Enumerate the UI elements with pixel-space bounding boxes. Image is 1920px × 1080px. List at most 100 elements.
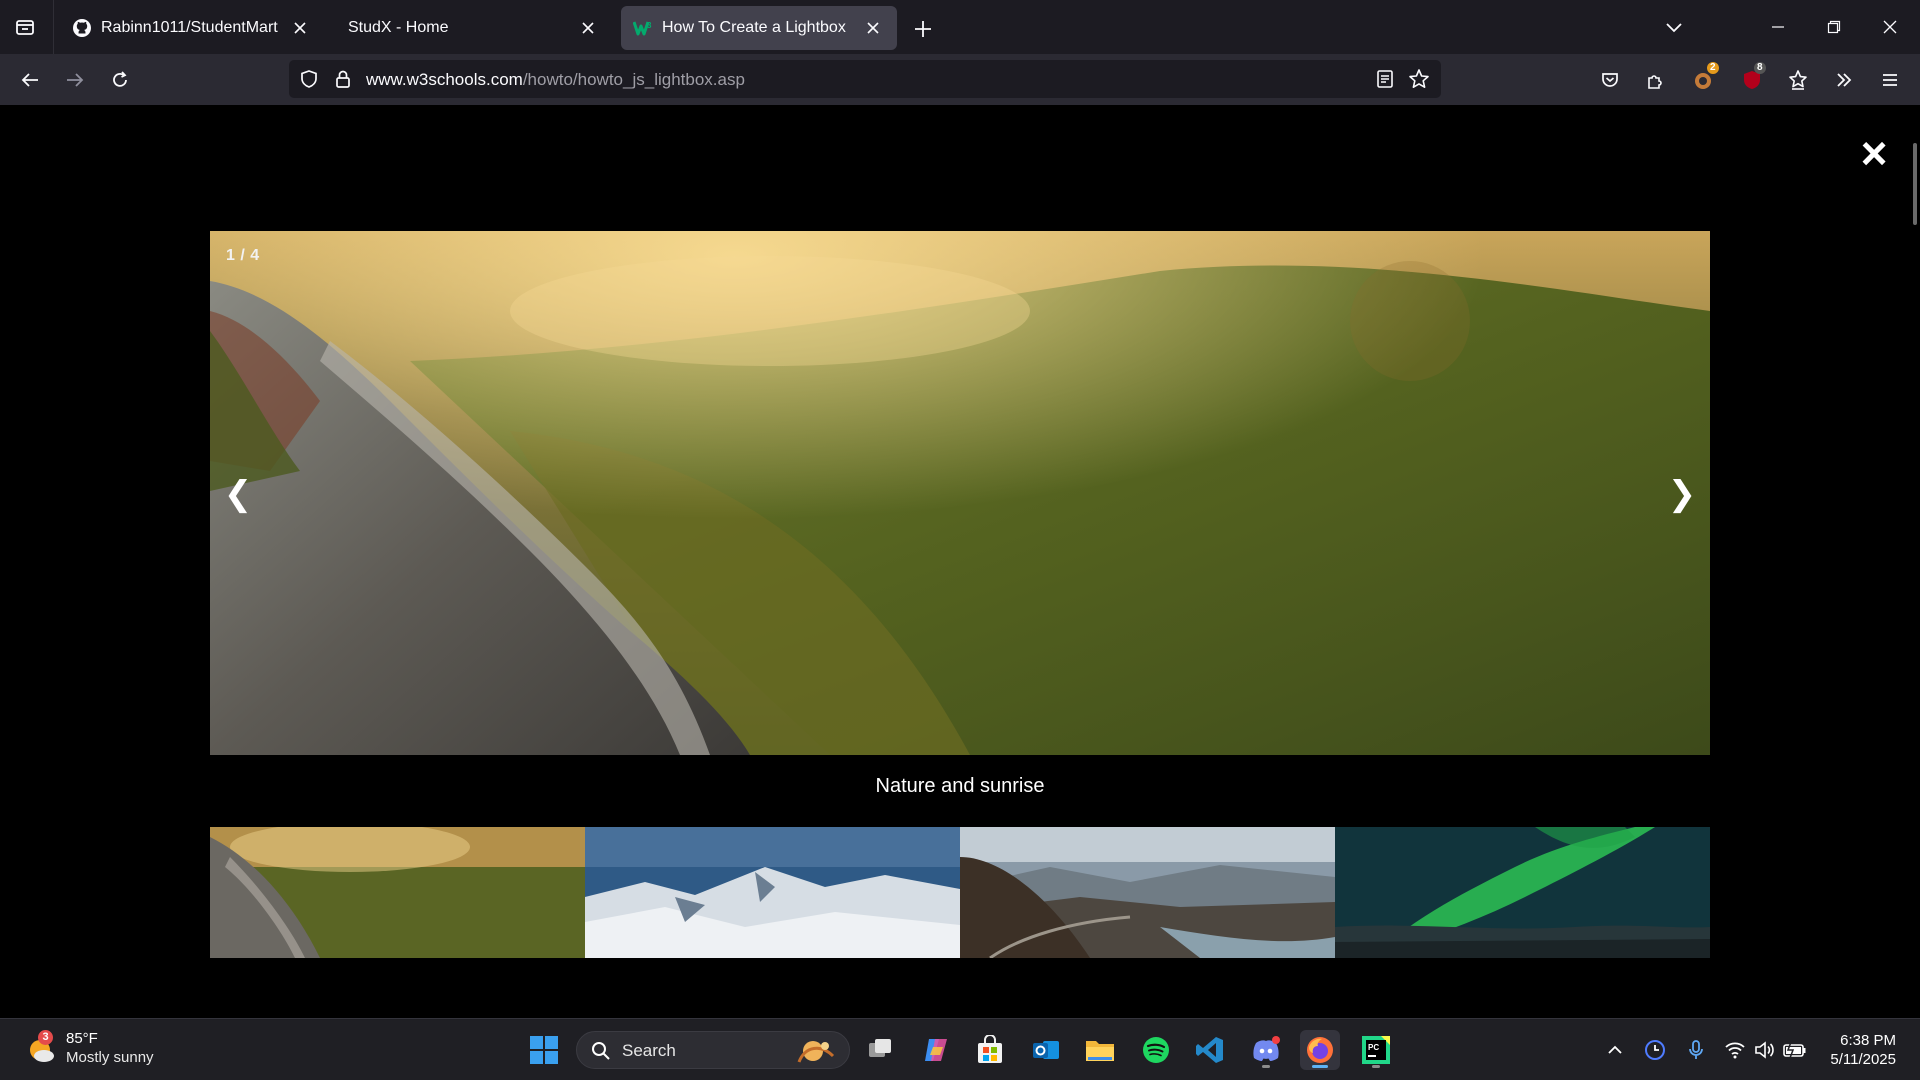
pocket-icon <box>1602 73 1618 87</box>
thumbnail-mountains-road[interactable] <box>960 827 1335 958</box>
running-indicator <box>1262 1065 1270 1068</box>
app-menu-button[interactable] <box>1872 62 1908 98</box>
extensions-button[interactable] <box>1637 62 1673 98</box>
shield-icon[interactable] <box>297 67 321 91</box>
active-indicator <box>1312 1065 1328 1068</box>
microphone-icon <box>1689 1040 1703 1059</box>
microsoft-store-button[interactable] <box>970 1030 1010 1070</box>
lock-icon[interactable] <box>331 67 355 91</box>
thumbnail-northern-lights[interactable] <box>1335 827 1710 958</box>
hamburger-icon <box>1883 74 1897 86</box>
tab-list-button[interactable] <box>8 10 42 44</box>
battery-charging-icon <box>1783 1041 1806 1059</box>
taskbar-search[interactable]: Search <box>576 1031 850 1069</box>
tab-label: How To Create a Lightbox <box>662 19 846 36</box>
system-clock[interactable]: 6:38 PM 5/11/2025 <box>1818 1031 1896 1069</box>
thumbnail-snow-mountains[interactable] <box>585 827 960 958</box>
navigation-toolbar: www.w3schools.com/howto/howto_js_lightbo… <box>0 54 1920 105</box>
star-list-icon <box>1789 70 1807 90</box>
new-tab-button[interactable] <box>906 12 940 46</box>
tab-label: Rabinn1011/StudentMart <box>101 19 278 36</box>
forward-button[interactable] <box>57 62 93 98</box>
extension-a-button[interactable]: 2 <box>1685 62 1721 98</box>
wifi-button[interactable] <box>1722 1037 1748 1063</box>
tab-list-icon <box>16 20 34 35</box>
show-hidden-icons-button[interactable] <box>1602 1037 1628 1063</box>
reload-icon <box>113 71 127 87</box>
lightbox-slide: 1 / 4 ❮ ❯ <box>210 231 1710 755</box>
restore-icon <box>1827 20 1841 34</box>
tab-studentmart[interactable]: Rabinn1011/StudentMart <box>60 6 324 50</box>
slide-counter: 1 / 4 <box>226 247 260 264</box>
tab-separator <box>53 0 54 54</box>
close-window-button[interactable] <box>1870 8 1910 46</box>
reader-view-icon[interactable] <box>1373 67 1397 91</box>
next-slide-button[interactable]: ❯ <box>1662 471 1702 517</box>
spotify-button[interactable] <box>1136 1030 1176 1070</box>
reload-button[interactable] <box>102 62 138 98</box>
pycharm-button[interactable]: PC <box>1356 1030 1396 1070</box>
close-tab-icon[interactable] <box>861 16 885 40</box>
puzzle-icon <box>1648 75 1662 89</box>
weather-temperature: 85°F <box>66 1030 98 1047</box>
browser-tab-bar: Rabinn1011/StudentMart StudX - Home 3 Ho… <box>0 0 1920 54</box>
address-bar[interactable]: www.w3schools.com/howto/howto_js_lightbo… <box>289 60 1441 98</box>
vscode-button[interactable] <box>1190 1030 1230 1070</box>
close-icon <box>1883 20 1897 34</box>
tab-lightbox[interactable]: 3 How To Create a Lightbox <box>621 6 897 50</box>
url-path: /howto/howto_js_lightbox.asp <box>522 70 745 89</box>
task-view-button[interactable] <box>860 1030 900 1070</box>
overflow-menu-button[interactable] <box>1826 62 1862 98</box>
volume-button[interactable] <box>1752 1037 1778 1063</box>
copilot-icon <box>925 1039 947 1061</box>
windows-logo-icon <box>530 1036 558 1064</box>
url-text: www.w3schools.com/howto/howto_js_lightbo… <box>366 70 745 90</box>
close-tab-icon[interactable] <box>576 16 600 40</box>
battery-button[interactable] <box>1782 1037 1808 1063</box>
discord-button[interactable] <box>1246 1030 1286 1070</box>
clock-date: 5/11/2025 <box>1830 1051 1896 1068</box>
svg-text:PC: PC <box>1368 1043 1379 1052</box>
windows-taskbar: 3 85°F Mostly sunny Search PC 6:38 PM 5/… <box>0 1018 1920 1080</box>
extension-b-badge: 8 <box>1754 62 1766 74</box>
tab-studx-home[interactable]: StudX - Home <box>330 6 612 50</box>
microphone-button[interactable] <box>1683 1037 1709 1063</box>
arrow-left-icon <box>21 73 38 87</box>
thumbnail-nature[interactable] <box>210 827 585 958</box>
file-explorer-button[interactable] <box>1080 1030 1120 1070</box>
close-tab-icon[interactable] <box>288 16 312 40</box>
list-all-tabs-button[interactable] <box>1654 8 1694 46</box>
speaker-icon <box>1755 1041 1774 1059</box>
page-scrollbar[interactable] <box>1913 143 1917 225</box>
pocket-button[interactable] <box>1592 62 1628 98</box>
previous-slide-button[interactable]: ❮ <box>218 471 258 517</box>
start-button[interactable] <box>524 1030 564 1070</box>
bookmarks-menu-button[interactable] <box>1780 62 1816 98</box>
slide-image-nature-sunrise <box>210 231 1710 755</box>
tray-app-button[interactable] <box>1642 1037 1668 1063</box>
back-button[interactable] <box>12 62 48 98</box>
wifi-icon <box>1725 1042 1745 1059</box>
svg-text:3: 3 <box>647 21 652 30</box>
extension-b-button[interactable]: 8 <box>1734 62 1770 98</box>
pycharm-icon: PC <box>1362 1036 1390 1064</box>
weather-widget[interactable]: 3 85°F Mostly sunny <box>24 1029 154 1067</box>
firefox-button[interactable] <box>1300 1030 1340 1070</box>
minimize-button[interactable] <box>1758 8 1798 46</box>
weather-sun-icon: 3 <box>24 1030 56 1064</box>
weather-alert-badge: 3 <box>38 1030 53 1045</box>
weather-description: Mostly sunny <box>66 1049 154 1066</box>
running-indicator <box>1372 1065 1380 1068</box>
search-highlight-icon <box>797 1041 835 1063</box>
spotify-icon <box>1143 1037 1169 1063</box>
slide-caption: Nature and sunrise <box>875 775 1045 797</box>
vscode-icon <box>1196 1037 1223 1063</box>
bookmark-star-icon[interactable] <box>1407 67 1431 91</box>
restore-button[interactable] <box>1814 8 1854 46</box>
search-icon <box>592 1042 610 1060</box>
outlook-button[interactable] <box>1026 1030 1066 1070</box>
folder-icon <box>1086 1041 1114 1061</box>
lightbox-close-button[interactable]: × <box>1854 130 1894 176</box>
copilot-button[interactable] <box>916 1030 956 1070</box>
outlook-icon <box>1033 1041 1059 1059</box>
